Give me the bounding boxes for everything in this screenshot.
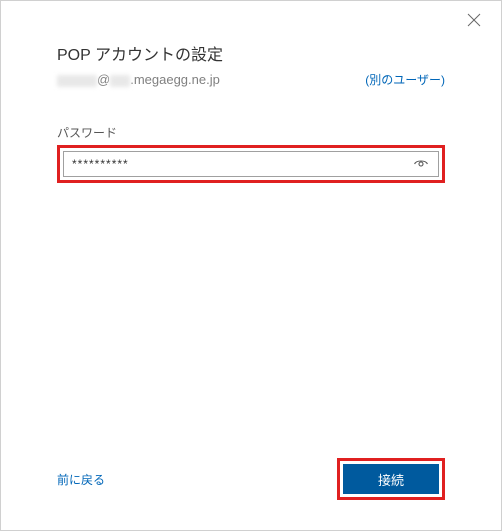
email-domain: .megaegg.ne.jp (130, 72, 220, 87)
email-sub-masked (110, 75, 130, 87)
password-input[interactable] (72, 157, 412, 171)
connect-button[interactable]: 接続 (343, 464, 439, 494)
dialog-footer: 前に戻る 接続 (57, 458, 445, 500)
account-setup-dialog: POP アカウントの設定 @ .megaegg.ne.jp (別のユーザー) パス… (0, 0, 502, 531)
back-link[interactable]: 前に戻る (57, 471, 105, 488)
password-label: パスワード (57, 124, 445, 141)
email-user-masked (57, 75, 97, 87)
close-icon (467, 13, 481, 27)
email-at: @ (97, 72, 110, 87)
dialog-title: POP アカウントの設定 (57, 41, 445, 65)
connect-button-highlight: 接続 (337, 458, 445, 500)
close-button[interactable] (467, 13, 485, 31)
eye-icon (413, 156, 429, 172)
email-display: @ .megaegg.ne.jp (57, 72, 220, 87)
password-field (63, 151, 439, 177)
email-row: @ .megaegg.ne.jp (別のユーザー) (57, 71, 445, 88)
password-field-highlight (57, 145, 445, 183)
switch-user-link[interactable]: (別のユーザー) (365, 71, 445, 88)
reveal-password-button[interactable] (412, 155, 430, 173)
